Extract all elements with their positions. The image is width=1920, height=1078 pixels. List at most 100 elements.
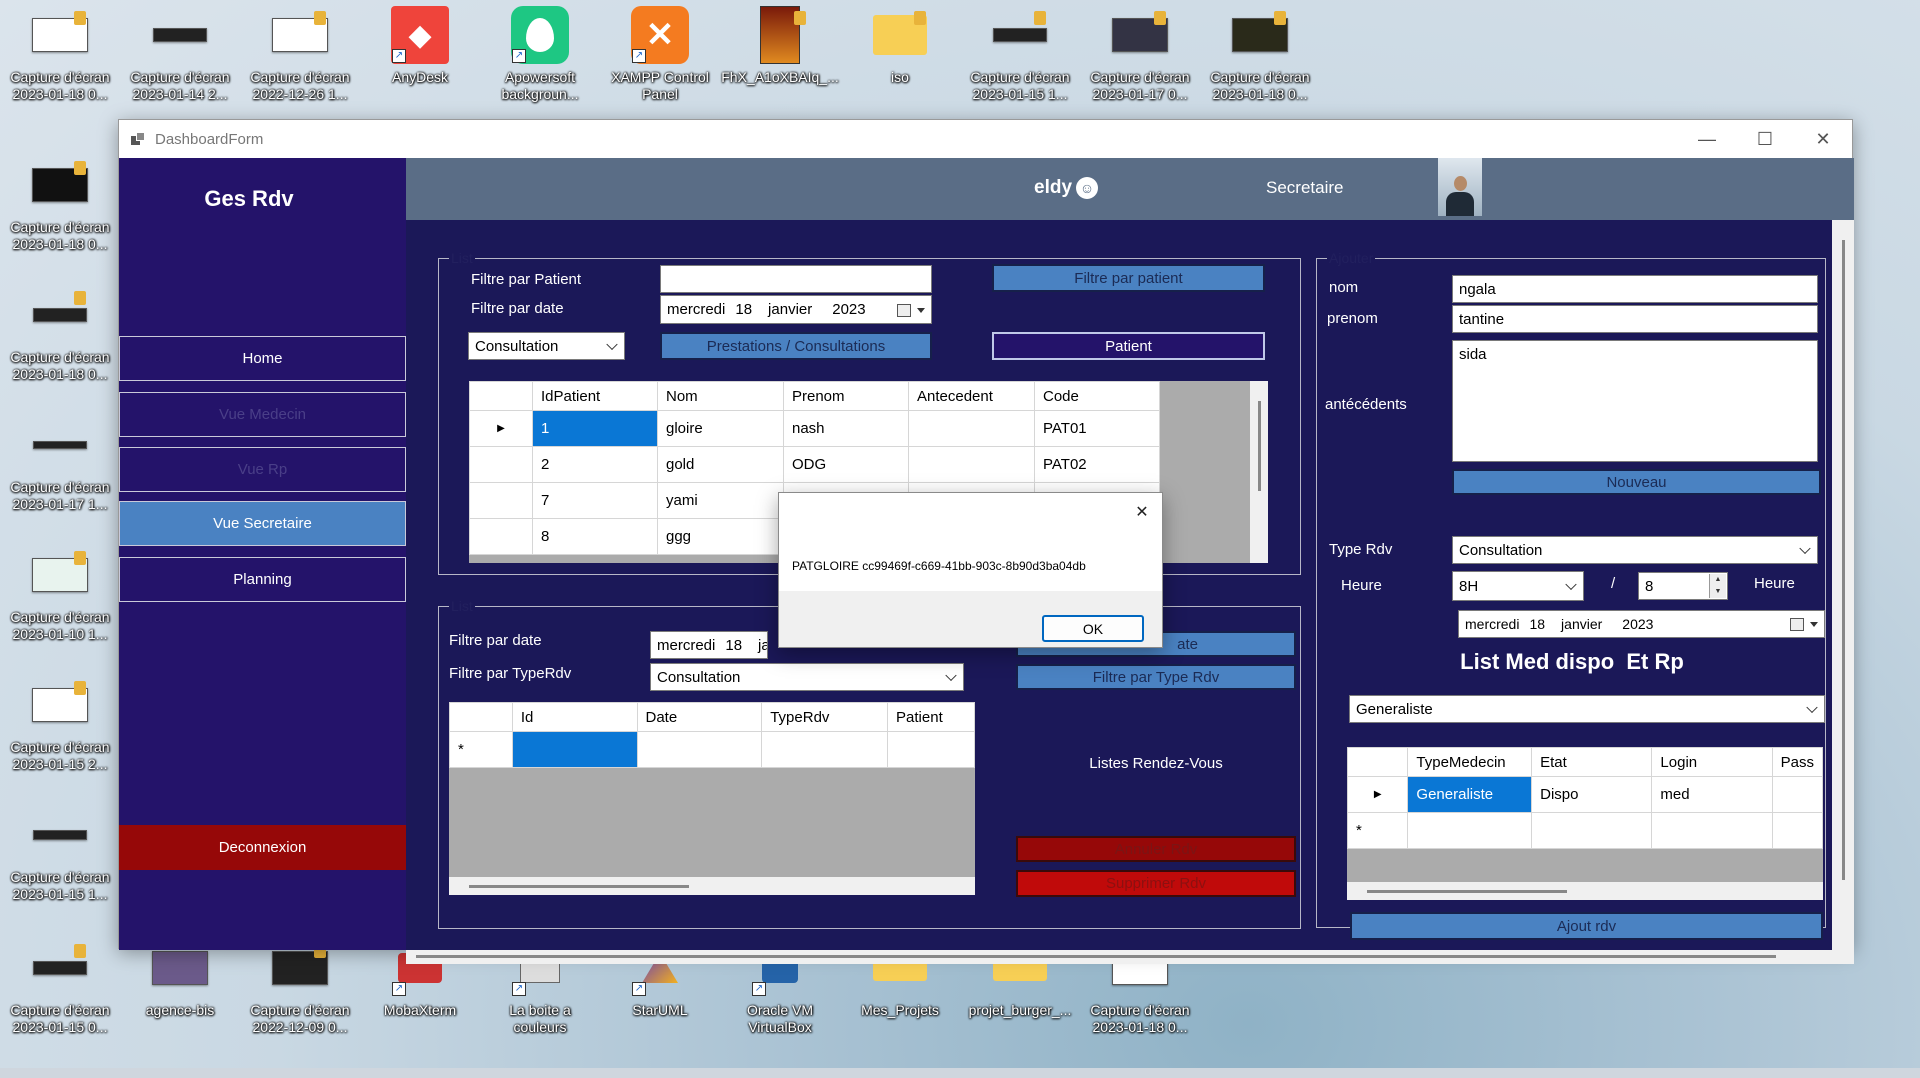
patient-date-picker[interactable]: mercredi 18 janvier 2023	[660, 295, 932, 324]
dialog-ok-button[interactable]: OK	[1042, 615, 1144, 642]
desktop-icon-image[interactable]: FhX_A1oXBAIq_...	[721, 5, 839, 86]
column-header[interactable]: Etat	[1531, 747, 1653, 777]
main-vertical-scrollbar[interactable]	[1832, 220, 1854, 950]
column-header[interactable]: Antecedent	[908, 381, 1035, 411]
table-cell[interactable]: med	[1651, 776, 1773, 813]
table-cell[interactable]: 1	[532, 410, 658, 447]
desktop-icon-screenshot[interactable]: Capture d'écran 2023-01-10 1...	[1, 545, 119, 643]
table-cell[interactable]: PAT01	[1034, 410, 1160, 447]
table-cell[interactable]: 8	[532, 518, 658, 555]
prestations-button[interactable]: Prestations / Consultations	[660, 332, 932, 360]
desktop-icon-screenshot[interactable]: Capture d'écran 2023-01-15 0...	[1, 938, 119, 1036]
heure-spinner[interactable]: 8 ▲ ▼	[1638, 572, 1728, 600]
desktop-icon-screenshot[interactable]: Capture d'écran 2023-01-18 0...	[1, 5, 119, 103]
desktop-icon-screenshot[interactable]: Capture d'écran 2023-01-15 1...	[961, 5, 1079, 103]
vertical-scrollbar[interactable]	[1250, 381, 1268, 563]
table-row-new[interactable]: *	[1347, 812, 1823, 849]
window-titlebar[interactable]: DashboardForm — ☐ ✕	[119, 120, 1852, 158]
desktop-icon-apowersoft[interactable]: ↗ Apowersoft backgroun...	[481, 5, 599, 103]
column-header[interactable]: TypeMedecin	[1407, 747, 1533, 777]
desktop-icon-screenshot[interactable]: Capture d'écran 2022-12-26 1...	[241, 5, 359, 103]
column-header[interactable]: IdPatient	[532, 381, 658, 411]
table-cell[interactable]	[1651, 812, 1773, 849]
column-header[interactable]: Login	[1651, 747, 1773, 777]
table-cell[interactable]: gloire	[657, 410, 784, 447]
desktop-icon-screenshot[interactable]: Capture d'écran 2023-01-18 0...	[1201, 5, 1319, 103]
desktop-icon-screenshot[interactable]: Capture d'écran 2023-01-15 2...	[1, 675, 119, 773]
delete-rdv-button[interactable]: Supprimer Rdv	[1016, 870, 1296, 897]
main-horizontal-scrollbar[interactable]	[406, 950, 1854, 964]
desktop-icon-folder[interactable]: iso	[841, 5, 959, 86]
patient-button[interactable]: Patient	[992, 332, 1265, 360]
desktop-icon-screenshot[interactable]: Capture d'écran 2023-01-18 0...	[1, 155, 119, 253]
table-cell[interactable]	[908, 446, 1035, 483]
minimize-button[interactable]: —	[1678, 120, 1736, 158]
close-button[interactable]: ✕	[1794, 120, 1852, 158]
column-header[interactable]: Code	[1034, 381, 1160, 411]
table-cell[interactable]	[1771, 776, 1823, 813]
table-cell[interactable]	[511, 731, 638, 768]
user-avatar[interactable]	[1438, 158, 1482, 216]
nav-planning[interactable]: Planning	[119, 557, 406, 602]
table-row-new[interactable]: *	[449, 731, 975, 768]
table-cell[interactable]: PAT02	[1034, 446, 1160, 483]
cancel-rdv-button[interactable]: Annuler Rdv	[1016, 836, 1296, 862]
prenom-input[interactable]: tantine	[1452, 305, 1818, 333]
column-header[interactable]: Prenom	[783, 381, 909, 411]
column-header[interactable]: Patient	[887, 702, 975, 732]
desktop-icon-screenshot[interactable]: Capture d'écran 2023-01-17 0...	[1081, 5, 1199, 103]
table-cell[interactable]: 7	[532, 482, 658, 519]
table-cell[interactable]: nash	[783, 410, 909, 447]
desktop-icon-xampp[interactable]: ✕ ↗ XAMPP Control Panel	[601, 5, 719, 103]
add-rdv-button[interactable]: Ajout rdv	[1350, 912, 1823, 940]
table-cell[interactable]	[1407, 812, 1533, 849]
nom-input[interactable]: ngala	[1452, 275, 1818, 303]
desktop-icon-image[interactable]: agence-bis	[121, 938, 239, 1019]
column-header[interactable]: Date	[636, 702, 763, 732]
specialite-select[interactable]: Generaliste	[1349, 695, 1825, 723]
patient-type-select[interactable]: Consultation	[468, 332, 625, 360]
dialog-close-button[interactable]: ✕	[1128, 499, 1156, 525]
filter-patient-input[interactable]	[660, 265, 932, 293]
nav-vue-secretaire[interactable]: Vue Secretaire	[119, 501, 406, 546]
table-cell[interactable]	[908, 410, 1035, 447]
medecin-grid[interactable]: TypeMedecin Etat Login Pass ▶ Generalist…	[1347, 747, 1823, 900]
nav-vue-rp[interactable]: Vue Rp	[119, 447, 406, 492]
table-cell[interactable]	[636, 731, 763, 768]
desktop-icon-anydesk[interactable]: ◆ ↗ AnyDesk	[361, 5, 479, 86]
type-rdv-select[interactable]: Consultation	[1452, 536, 1818, 564]
table-cell[interactable]: Dispo	[1531, 776, 1653, 813]
column-header[interactable]: TypeRdv	[761, 702, 889, 732]
column-header[interactable]: Id	[511, 702, 638, 732]
table-cell[interactable]: ODG	[783, 446, 909, 483]
rdv-grid[interactable]: Id Date TypeRdv Patient *	[449, 702, 975, 895]
table-cell[interactable]	[761, 731, 889, 768]
table-cell[interactable]: ggg	[657, 518, 784, 555]
table-cell[interactable]	[887, 731, 975, 768]
rdv-filter-type-button[interactable]: Filtre par Type Rdv	[1016, 664, 1296, 690]
desktop-icon-screenshot[interactable]: Capture d'écran 2023-01-18 0...	[1, 285, 119, 383]
table-cell[interactable]: Generaliste	[1407, 776, 1533, 813]
nav-home[interactable]: Home	[119, 336, 406, 381]
rdv-date-select[interactable]: mercredi 18 janvier 2023	[1458, 610, 1825, 638]
nav-vue-medecin[interactable]: Vue Medecin	[119, 392, 406, 437]
desktop-icon-screenshot[interactable]: Capture d'écran 2023-01-15 1...	[1, 805, 119, 903]
table-row[interactable]: ▶ 1 gloire nash PAT01	[469, 410, 1160, 447]
horizontal-scrollbar[interactable]	[449, 877, 975, 895]
desktop-icon-screenshot[interactable]: Capture d'écran 2022-12-09 0...	[241, 938, 359, 1036]
rdv-type-select[interactable]: Consultation	[650, 663, 964, 691]
table-row[interactable]: 2 gold ODG PAT02	[469, 446, 1160, 483]
column-header[interactable]: Nom	[657, 381, 784, 411]
table-cell[interactable]: yami	[657, 482, 784, 519]
new-patient-button[interactable]: Nouveau	[1452, 469, 1821, 495]
table-cell[interactable]	[1771, 812, 1823, 849]
antecedents-textarea[interactable]: sida	[1452, 340, 1818, 462]
filter-patient-button[interactable]: Filtre par patient	[992, 264, 1265, 292]
logout-button[interactable]: Deconnexion	[119, 825, 406, 870]
horizontal-scrollbar[interactable]	[1347, 882, 1823, 900]
table-cell[interactable]: gold	[657, 446, 784, 483]
desktop-icon-screenshot[interactable]: Capture d'écran 2023-01-17 1...	[1, 415, 119, 513]
heure-select[interactable]: 8H	[1452, 571, 1584, 601]
table-cell[interactable]: 2	[532, 446, 658, 483]
table-cell[interactable]	[1531, 812, 1653, 849]
